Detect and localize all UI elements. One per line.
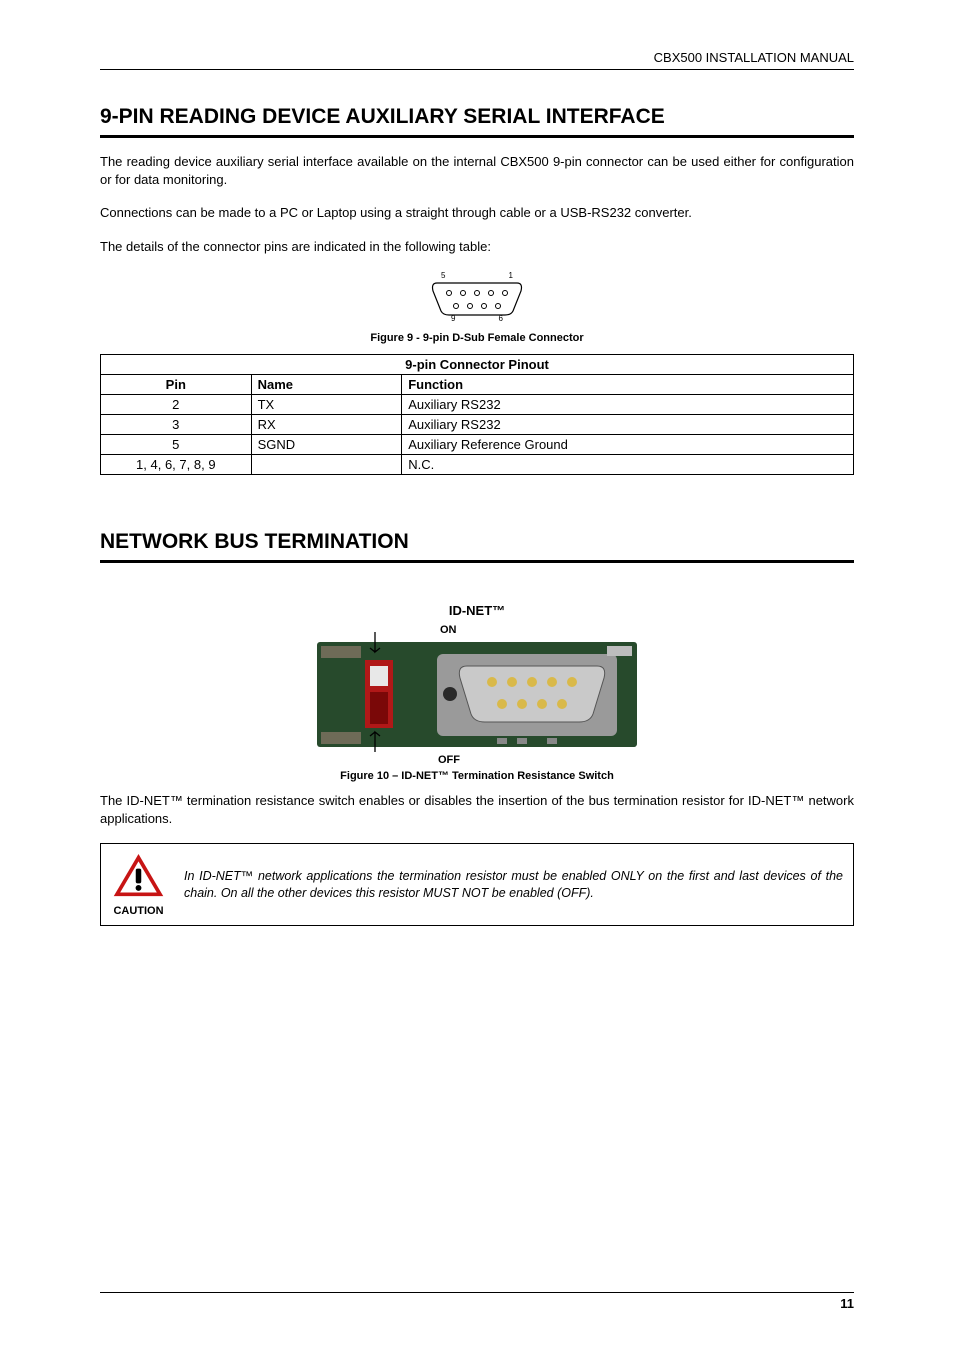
figure-10-caption: Figure 10 – ID-NET™ Termination Resistan… [100,770,854,782]
caution-label: CAUTION [111,905,166,917]
dsub-connector-figure: 5 1 9 6 [100,271,854,326]
pcb-switch-icon [307,624,647,759]
section-1-title: 9-PIN READING DEVICE AUXILIARY SERIAL IN… [100,105,854,138]
pinout-table: 9-pin Connector Pinout Pin Name Function… [100,354,854,475]
table-row: 2 TX Auxiliary RS232 [101,395,854,415]
section-2-title: NETWORK BUS TERMINATION [100,530,854,563]
termination-switch-figure: ON [100,624,854,764]
pin-label-9: 9 [451,314,455,323]
table-row: 5 SGND Auxiliary Reference Ground [101,435,854,455]
pin-label-5: 5 [441,271,445,280]
table-row: 3 RX Auxiliary RS232 [101,415,854,435]
caution-box: CAUTION In ID-NET™ network applications … [100,843,854,926]
figure-9-caption: Figure 9 - 9-pin D-Sub Female Connector [100,332,854,344]
idnet-subtitle: ID-NET™ [100,603,854,618]
off-label: OFF [438,754,460,766]
caution-icon [111,852,166,900]
section-1-para-2: Connections can be made to a PC or Lapto… [100,204,854,222]
on-label: ON [440,624,457,636]
document-header: CBX500 INSTALLATION MANUAL [100,50,854,70]
pin-label-6: 6 [499,314,503,323]
section-1-para-3: The details of the connector pins are in… [100,238,854,256]
section-2-para: The ID-NET™ termination resistance switc… [100,792,854,827]
table-title: 9-pin Connector Pinout [101,355,854,375]
table-col-name: Name [251,375,402,395]
page-number: 11 [100,1292,854,1311]
section-1-para-1: The reading device auxiliary serial inte… [100,153,854,188]
caution-text: In ID-NET™ network applications the term… [184,868,843,902]
pin-label-1: 1 [509,271,513,280]
table-col-pin: Pin [101,375,252,395]
table-col-function: Function [402,375,854,395]
table-row: 1, 4, 6, 7, 8, 9 N.C. [101,455,854,475]
